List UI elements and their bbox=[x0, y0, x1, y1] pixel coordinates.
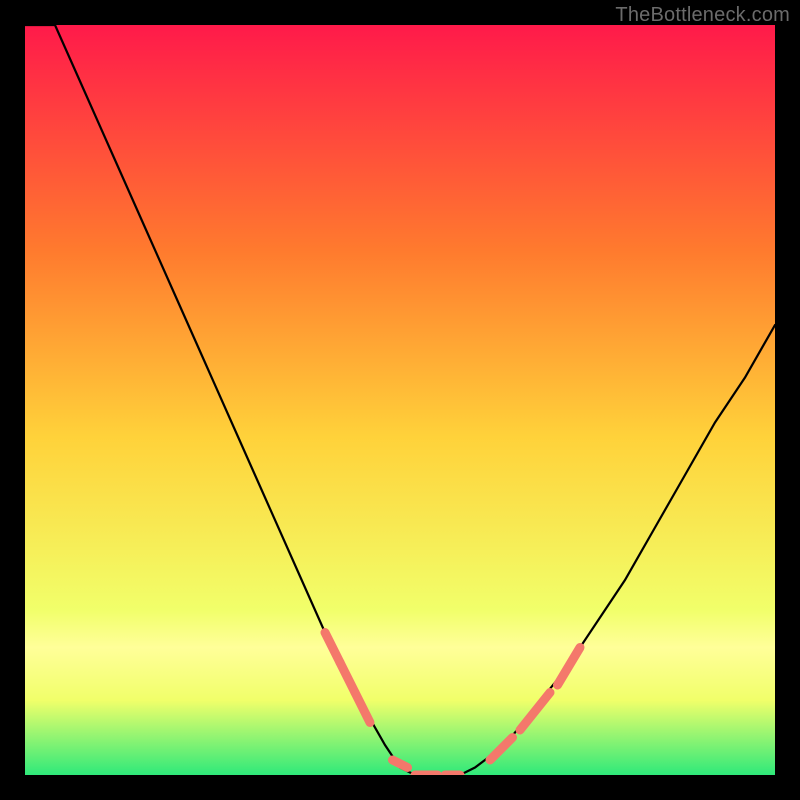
chart-container: TheBottleneck.com bbox=[0, 0, 800, 800]
gradient-background bbox=[25, 25, 775, 775]
attribution-text: TheBottleneck.com bbox=[615, 4, 790, 27]
chart-svg bbox=[25, 25, 775, 775]
plot-area bbox=[25, 25, 775, 775]
